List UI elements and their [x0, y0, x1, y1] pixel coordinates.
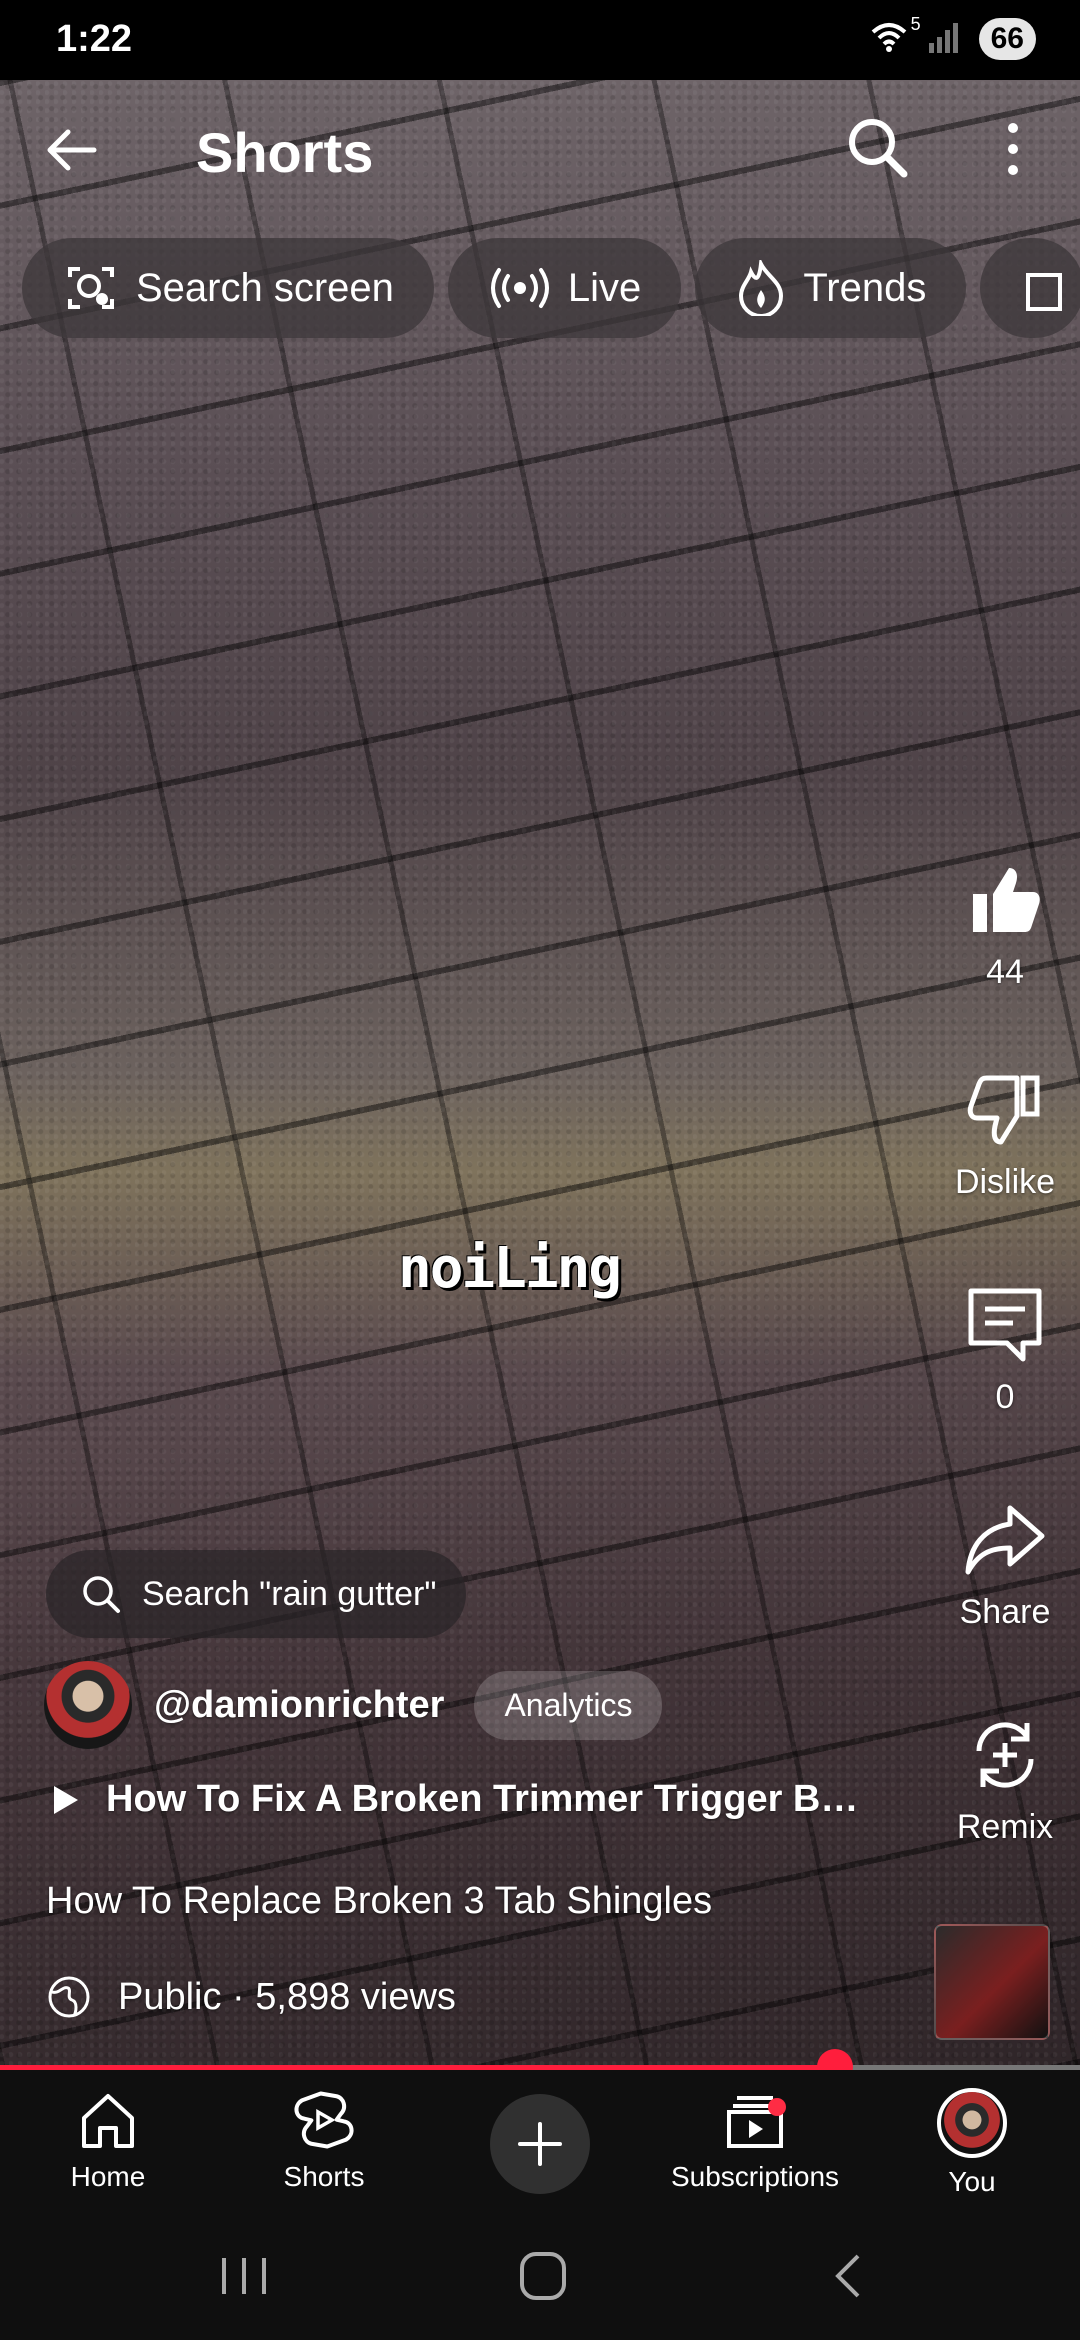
back-chevron-icon: [835, 2254, 860, 2298]
back-button[interactable]: [40, 120, 120, 180]
chip-label: Search screen: [136, 265, 394, 310]
comment-count: 0: [995, 1378, 1015, 1416]
nav-you[interactable]: You: [882, 2088, 1062, 2198]
chip-label: Trends: [803, 265, 927, 310]
chip-live[interactable]: Live: [447, 238, 682, 338]
remix-icon: [976, 1722, 1034, 1788]
shorts-icon: [294, 2091, 354, 2149]
nav-home-label: Home: [70, 2161, 146, 2192]
you-avatar: [937, 2088, 1007, 2158]
related-video-title: How To Fix A Broken Trimmer Trigger Bol.…: [106, 1778, 866, 1820]
chip-bar: Search screen Live Trends: [22, 238, 1080, 338]
more-options-button[interactable]: [990, 114, 1036, 184]
remix-button[interactable]: Remix: [930, 1715, 1080, 1847]
home-icon: [82, 2094, 134, 2148]
wifi-icon: 5: [869, 14, 921, 59]
new-content-dot: [768, 2098, 786, 2116]
home-circle-icon: [520, 2252, 566, 2300]
video-description[interactable]: How To Replace Broken 3 Tab Shingles: [46, 1880, 712, 1923]
remix-label: Remix: [956, 1808, 1054, 1846]
nav-subscriptions[interactable]: Subscriptions: [665, 2088, 845, 2193]
channel-avatar[interactable]: [44, 1661, 132, 1749]
search-button[interactable]: [844, 114, 914, 184]
nav-subscriptions-label: Subscriptions: [670, 2161, 840, 2192]
chip-label: Live: [567, 265, 642, 310]
recent-apps-button[interactable]: [214, 2252, 274, 2305]
chip-more[interactable]: [980, 238, 1080, 338]
bottom-nav: Home Shorts Subscriptions You: [0, 2070, 1080, 2212]
status-bar: 1:22 5 66: [0, 0, 1080, 80]
back-system-button[interactable]: [828, 2252, 868, 2305]
video-caption-overlay: noiLing: [398, 1236, 622, 1301]
play-icon: [54, 1785, 78, 1814]
globe-icon: [48, 1976, 90, 2018]
chip-trends[interactable]: Trends: [695, 238, 967, 338]
share-button[interactable]: Share: [930, 1500, 1080, 1632]
nav-shorts-label: Shorts: [283, 2161, 365, 2192]
home-system-button[interactable]: [518, 2250, 568, 2307]
nav-you-label: You: [948, 2166, 996, 2197]
back-arrow-icon: [47, 129, 97, 171]
dislike-button[interactable]: Dislike: [930, 1070, 1080, 1202]
chip-search-screen[interactable]: Search screen: [22, 238, 434, 338]
bag-icon: [1026, 273, 1063, 311]
plus-icon: [518, 2122, 562, 2166]
video-meta: Public · 5,898 views: [46, 1974, 456, 2020]
search-icon: [83, 1576, 120, 1613]
visibility-views: Public · 5,898 views: [118, 1975, 456, 2018]
battery-indicator: 66: [978, 18, 1036, 60]
comments-button[interactable]: 0: [930, 1285, 1080, 1417]
page-title: Shorts: [196, 121, 374, 184]
trends-icon: [739, 260, 784, 316]
status-time: 1:22: [56, 18, 133, 60]
create-button[interactable]: [490, 2094, 590, 2194]
live-icon: [490, 268, 549, 308]
wifi-label: 5: [910, 13, 921, 34]
channel-handle[interactable]: @damionrichter: [154, 1684, 444, 1727]
nav-home[interactable]: Home: [18, 2088, 198, 2193]
signal-icon: [927, 21, 961, 58]
channel-row: @damionrichter Analytics: [44, 1660, 663, 1750]
related-video-link[interactable]: How To Fix A Broken Trimmer Trigger Bol.…: [50, 1778, 870, 1821]
system-nav-bar: [0, 2212, 1080, 2340]
search-screen-icon: [68, 267, 114, 309]
thumbs-down-icon: [967, 1075, 1040, 1145]
thumbs-up-icon: [973, 868, 1040, 932]
share-icon: [965, 1505, 1045, 1575]
like-count: 44: [986, 953, 1024, 991]
nav-shorts[interactable]: Shorts: [234, 2088, 414, 2193]
dislike-label: Dislike: [954, 1163, 1056, 1201]
recent-apps-icon: [222, 2258, 266, 2294]
analytics-button[interactable]: Analytics: [474, 1670, 663, 1740]
search-icon: [849, 119, 908, 178]
share-label: Share: [959, 1593, 1051, 1631]
shorts-header: Shorts: [0, 100, 1080, 200]
search-suggestion[interactable]: Search "rain gutter": [46, 1550, 466, 1638]
more-vertical-icon: [1008, 123, 1018, 175]
comment-icon: [968, 1288, 1042, 1362]
status-icons: 5 66: [869, 14, 1036, 60]
search-suggestion-text: Search "rain gutter": [142, 1574, 437, 1613]
sound-thumbnail[interactable]: [934, 1924, 1050, 2040]
like-button[interactable]: 44: [930, 860, 1080, 992]
video-frame[interactable]: [0, 80, 1080, 2065]
